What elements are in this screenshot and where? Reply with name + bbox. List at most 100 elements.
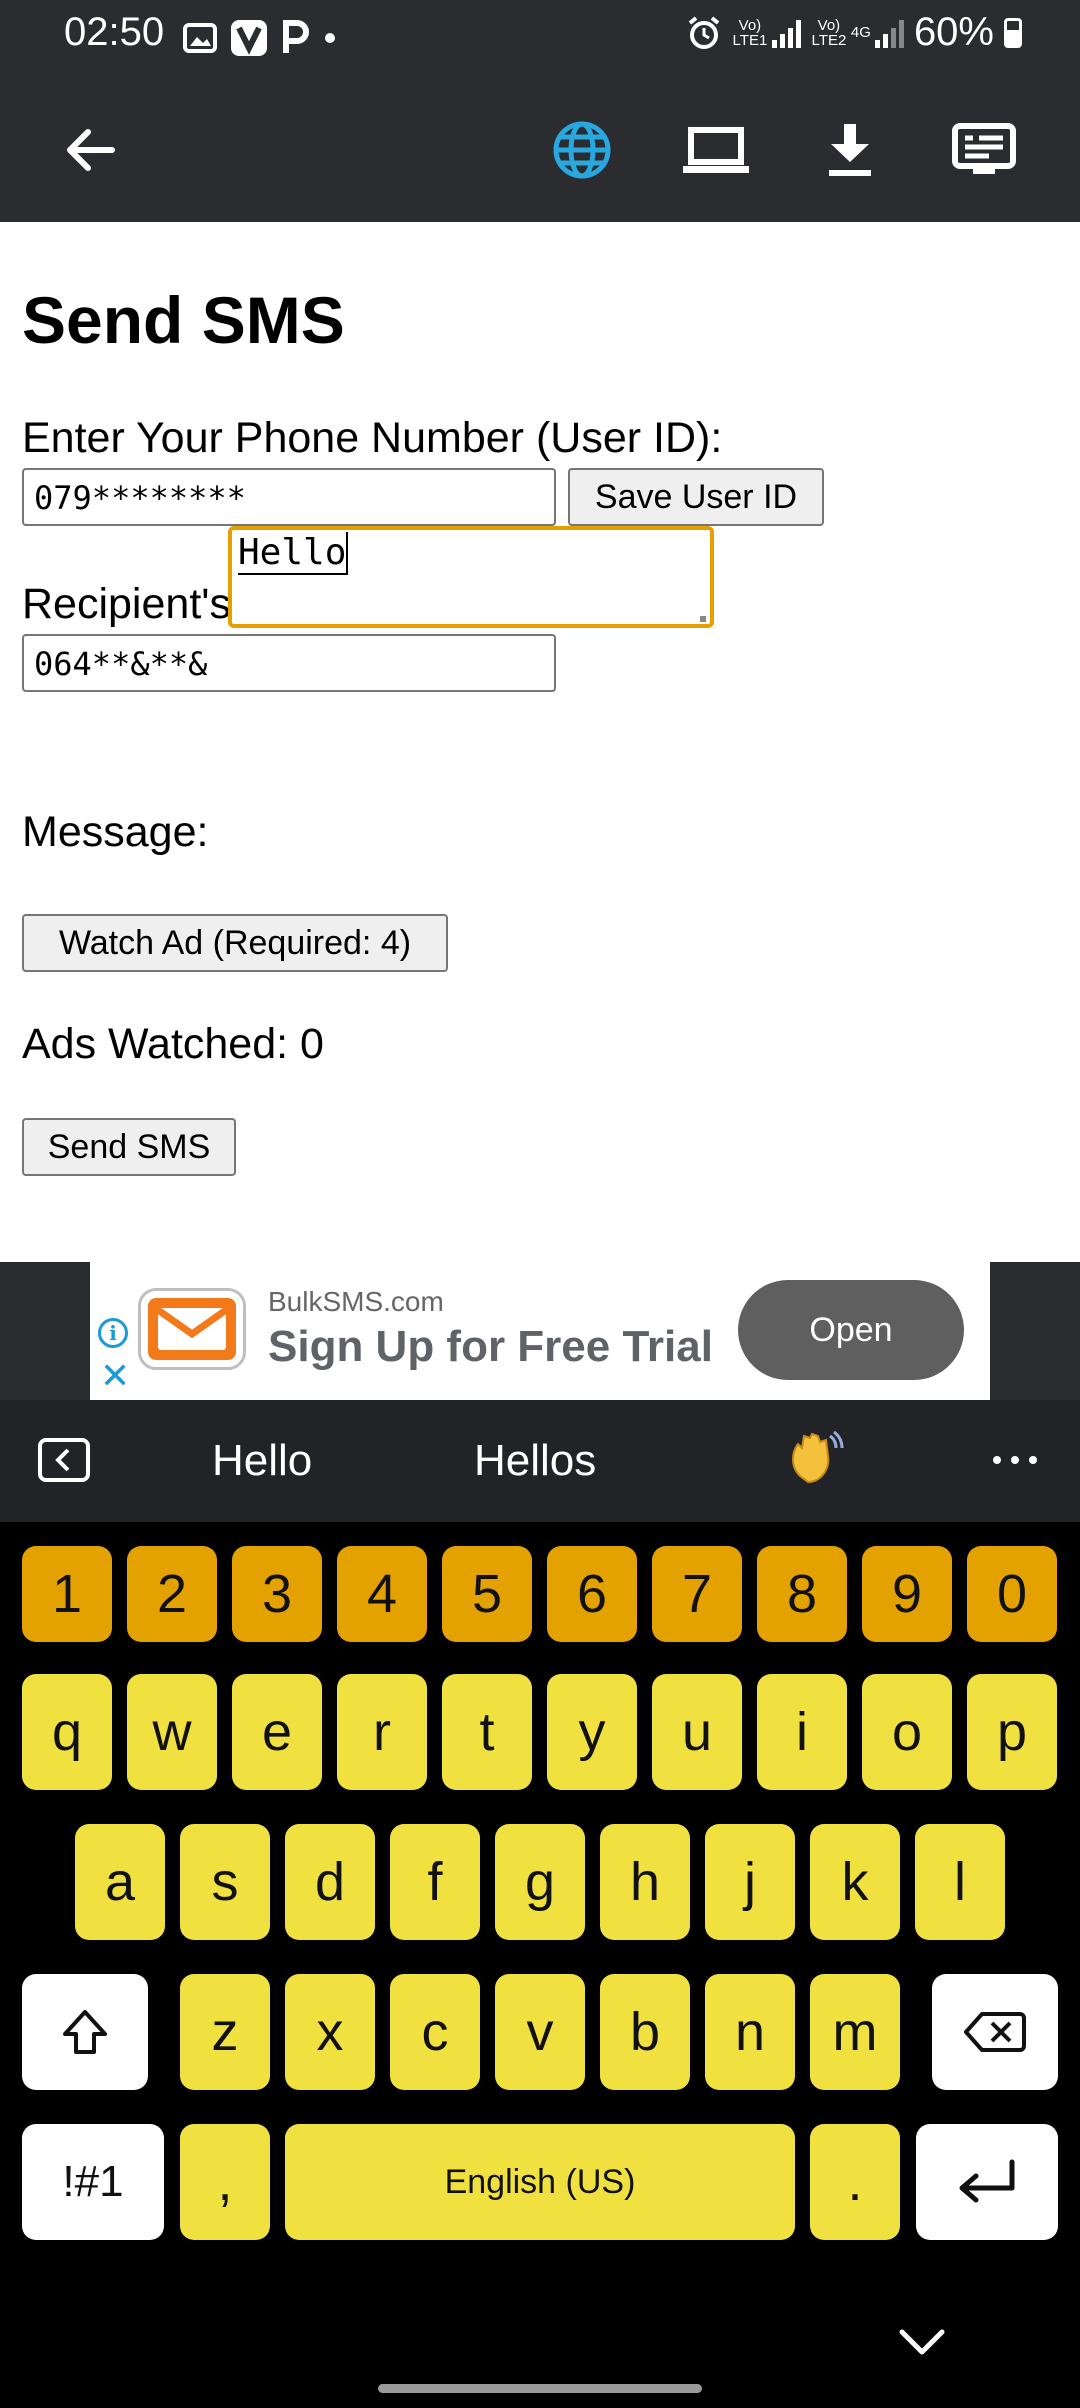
sim1-network: Vo) LTE1 <box>732 18 801 48</box>
download-icon <box>829 124 871 176</box>
space-key[interactable]: English (US) <box>285 2124 795 2240</box>
ad-info-icon[interactable]: i <box>98 1318 128 1348</box>
key-o[interactable]: o <box>862 1674 952 1790</box>
key-6[interactable]: 6 <box>547 1546 637 1642</box>
key-x[interactable]: x <box>285 1974 375 2090</box>
key-l[interactable]: l <box>915 1824 1005 1940</box>
key-m[interactable]: m <box>810 1974 900 2090</box>
save-user-id-button[interactable]: Save User ID <box>568 468 824 526</box>
envelope-icon <box>148 1298 236 1360</box>
network-type: 4G <box>850 24 871 41</box>
key-7[interactable]: 7 <box>652 1546 742 1642</box>
v-app-notification-icon <box>231 20 267 56</box>
key-s[interactable]: s <box>180 1824 270 1940</box>
waving-hand-icon <box>792 1430 844 1484</box>
key-5[interactable]: 5 <box>442 1546 532 1642</box>
user-id-input[interactable]: 079******** <box>22 468 556 526</box>
more-notifications-dot-icon <box>325 33 335 43</box>
ad-close-icon[interactable]: ✕ <box>100 1358 130 1394</box>
key-8[interactable]: 8 <box>757 1546 847 1642</box>
key-4[interactable]: 4 <box>337 1546 427 1642</box>
comma-key[interactable]: , <box>180 2124 270 2240</box>
status-right: Vo) LTE1 Vo) LTE2 4G 60% <box>686 10 1022 55</box>
key-i[interactable]: i <box>757 1674 847 1790</box>
user-id-label: Enter Your Phone Number (User ID): <box>22 414 723 462</box>
subtitles-icon <box>952 123 1016 174</box>
key-u[interactable]: u <box>652 1674 742 1790</box>
keyboard-back-icon <box>38 1438 90 1482</box>
sim2-network-label: Vo) LTE2 <box>811 16 847 49</box>
key-q[interactable]: q <box>22 1674 112 1790</box>
key-t[interactable]: t <box>442 1674 532 1790</box>
enter-icon <box>959 2159 1015 2203</box>
key-h[interactable]: h <box>600 1824 690 1940</box>
back-button[interactable] <box>52 112 128 188</box>
browser-toolbar <box>0 76 1080 222</box>
watch-ad-button[interactable]: Watch Ad (Required: 4) <box>22 914 448 972</box>
key-z[interactable]: z <box>180 1974 270 2090</box>
message-text: Hello <box>238 532 349 575</box>
web-page: Send SMS Enter Your Phone Number (User I… <box>0 222 1080 1262</box>
symbols-key[interactable]: !#1 <box>22 2124 164 2240</box>
ad-banner[interactable]: i ✕ BulkSMS.com Sign Up for Free Trial O… <box>90 1262 990 1400</box>
key-p[interactable]: p <box>967 1674 1057 1790</box>
sim2-signal-icon <box>874 18 904 48</box>
period-key[interactable]: . <box>810 2124 900 2240</box>
backspace-icon <box>964 2012 1026 2052</box>
key-1[interactable]: 1 <box>22 1546 112 1642</box>
status-time: 02:50 <box>64 10 165 54</box>
enter-key[interactable] <box>916 2124 1058 2240</box>
key-3[interactable]: 3 <box>232 1546 322 1642</box>
key-k[interactable]: k <box>810 1824 900 1940</box>
ad-open-button[interactable]: Open <box>738 1280 964 1380</box>
battery-percent: 60% <box>913 10 994 54</box>
sim1-signal-icon <box>771 18 801 48</box>
sim2-network: Vo) LTE2 4G <box>811 18 904 48</box>
key-g[interactable]: g <box>495 1824 585 1940</box>
download-button[interactable] <box>812 112 888 188</box>
gesture-nav-handle[interactable] <box>378 2384 702 2393</box>
key-d[interactable]: d <box>285 1824 375 1940</box>
textarea-resize-handle[interactable] <box>700 616 706 622</box>
p-app-notification-icon <box>283 20 309 53</box>
ad-headline: Sign Up for Free Trial <box>268 1322 713 1371</box>
suggestion-2[interactable]: Hellos <box>474 1436 596 1486</box>
key-c[interactable]: c <box>390 1974 480 2090</box>
ad-domain: BulkSMS.com <box>268 1286 444 1317</box>
ad-banner-strip: i ✕ BulkSMS.com Sign Up for Free Trial O… <box>0 1262 1080 1400</box>
shift-arrow-icon <box>63 2010 107 2054</box>
keyboard-collapse-button[interactable] <box>36 1436 92 1486</box>
suggestion-1[interactable]: Hello <box>212 1436 312 1486</box>
globe-icon <box>553 121 611 179</box>
key-f[interactable]: f <box>390 1824 480 1940</box>
key-9[interactable]: 9 <box>862 1546 952 1642</box>
key-j[interactable]: j <box>705 1824 795 1940</box>
globe-button[interactable] <box>544 112 620 188</box>
key-2[interactable]: 2 <box>127 1546 217 1642</box>
key-b[interactable]: b <box>600 1974 690 2090</box>
key-v[interactable]: v <box>495 1974 585 2090</box>
key-a[interactable]: a <box>75 1824 165 1940</box>
key-e[interactable]: e <box>232 1674 322 1790</box>
desktop-mode-button[interactable] <box>678 112 754 188</box>
recipient-input[interactable]: 064**&**& <box>22 634 556 692</box>
key-n[interactable]: n <box>705 1974 795 2090</box>
send-sms-button[interactable]: Send SMS <box>22 1118 236 1176</box>
key-0[interactable]: 0 <box>967 1546 1057 1642</box>
backspace-key[interactable] <box>932 1974 1058 2090</box>
alarm-icon <box>688 15 720 49</box>
reader-mode-button[interactable] <box>946 112 1022 188</box>
shift-key[interactable] <box>22 1974 148 2090</box>
status-bar: 02:50 Vo) LTE1 Vo) LTE2 4G 60% <box>0 0 1080 76</box>
notification-icons <box>182 16 338 60</box>
message-textarea[interactable]: Hello <box>228 526 714 628</box>
back-arrow-icon <box>67 129 115 171</box>
key-y[interactable]: y <box>547 1674 637 1790</box>
key-w[interactable]: w <box>127 1674 217 1790</box>
hide-keyboard-button[interactable] <box>896 2322 948 2362</box>
gallery-notification-icon <box>183 23 217 53</box>
emoji-suggestion[interactable] <box>780 1426 844 1490</box>
bulksms-logo <box>138 1288 246 1370</box>
more-options-button[interactable] <box>990 1448 1040 1472</box>
key-r[interactable]: r <box>337 1674 427 1790</box>
